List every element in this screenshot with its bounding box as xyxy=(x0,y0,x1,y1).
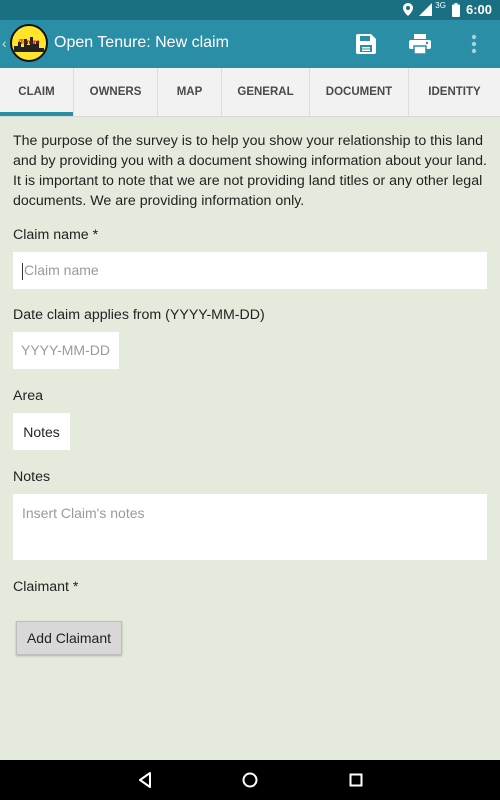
tab-label: OWNERS xyxy=(89,86,142,98)
tab-label: GENERAL xyxy=(237,86,294,98)
overflow-menu-icon xyxy=(471,34,477,54)
claim-name-label: Claim name * xyxy=(13,227,99,243)
location-icon xyxy=(403,3,414,16)
active-tab-indicator xyxy=(0,112,73,116)
claim-name-placeholder: Claim name xyxy=(24,262,99,278)
date-input[interactable]: YYYY-MM-DD xyxy=(13,332,119,369)
print-button[interactable] xyxy=(406,30,434,58)
back-chevron-icon[interactable]: ‹ xyxy=(2,35,7,51)
text-cursor xyxy=(22,262,23,280)
add-claimant-label: Add Claimant xyxy=(26,630,112,646)
tab-label: CLAIM xyxy=(18,86,55,98)
home-button[interactable] xyxy=(240,770,260,790)
logo-text: iTenure xyxy=(18,40,40,46)
back-triangle-icon xyxy=(139,772,151,788)
status-time: 6:00 xyxy=(465,2,492,17)
signal-icon xyxy=(419,3,433,16)
area-notes-label: Notes xyxy=(23,423,60,440)
home-circle-icon xyxy=(242,772,258,788)
save-icon xyxy=(356,34,376,54)
area-notes-button[interactable]: Notes xyxy=(13,413,70,450)
notes-label: Notes xyxy=(13,469,51,485)
save-button[interactable] xyxy=(352,30,380,58)
tab-bar: CLAIM OWNERS MAP GENERAL DOCUMENT IDENTI… xyxy=(0,68,500,117)
tab-label: MAP xyxy=(176,86,203,98)
battery-icon xyxy=(451,2,460,17)
recents-button[interactable] xyxy=(346,770,366,790)
status-bar: 3G 6:00 xyxy=(0,0,500,20)
network-type: 3G xyxy=(435,1,446,10)
tab-claim[interactable]: CLAIM xyxy=(0,68,74,116)
tab-map[interactable]: MAP xyxy=(158,68,222,116)
system-nav-bar xyxy=(0,760,500,800)
tab-label: IDENTITY xyxy=(428,86,481,98)
date-label: Date claim applies from (YYYY-MM-DD) xyxy=(13,307,265,323)
app-title: Open Tenure: New claim xyxy=(54,34,229,51)
back-button[interactable] xyxy=(135,770,155,790)
overflow-menu-button[interactable] xyxy=(460,30,488,58)
recents-square-icon xyxy=(349,773,363,787)
notes-placeholder: Insert Claim's notes xyxy=(22,505,145,521)
add-claimant-button[interactable]: Add Claimant xyxy=(16,621,122,655)
app-logo[interactable]: iTenure xyxy=(10,24,48,62)
tab-identity[interactable]: IDENTITY xyxy=(409,68,500,116)
area-label: Area xyxy=(13,388,43,404)
print-icon xyxy=(409,34,431,54)
notes-textarea[interactable]: Insert Claim's notes xyxy=(13,494,487,560)
tab-document[interactable]: DOCUMENT xyxy=(310,68,409,116)
claim-name-input[interactable]: Claim name xyxy=(13,252,487,289)
tab-owners[interactable]: OWNERS xyxy=(74,68,158,116)
survey-intro-text: The purpose of the survey is to help you… xyxy=(13,133,487,209)
status-icons: 3G 6:00 xyxy=(403,1,492,17)
claimant-label: Claimant * xyxy=(13,579,79,595)
tab-general[interactable]: GENERAL xyxy=(222,68,310,116)
date-placeholder: YYYY-MM-DD xyxy=(21,342,110,358)
app-bar: ‹ iTenure Open Tenure: New claim xyxy=(0,20,500,68)
tab-label: DOCUMENT xyxy=(325,86,393,98)
